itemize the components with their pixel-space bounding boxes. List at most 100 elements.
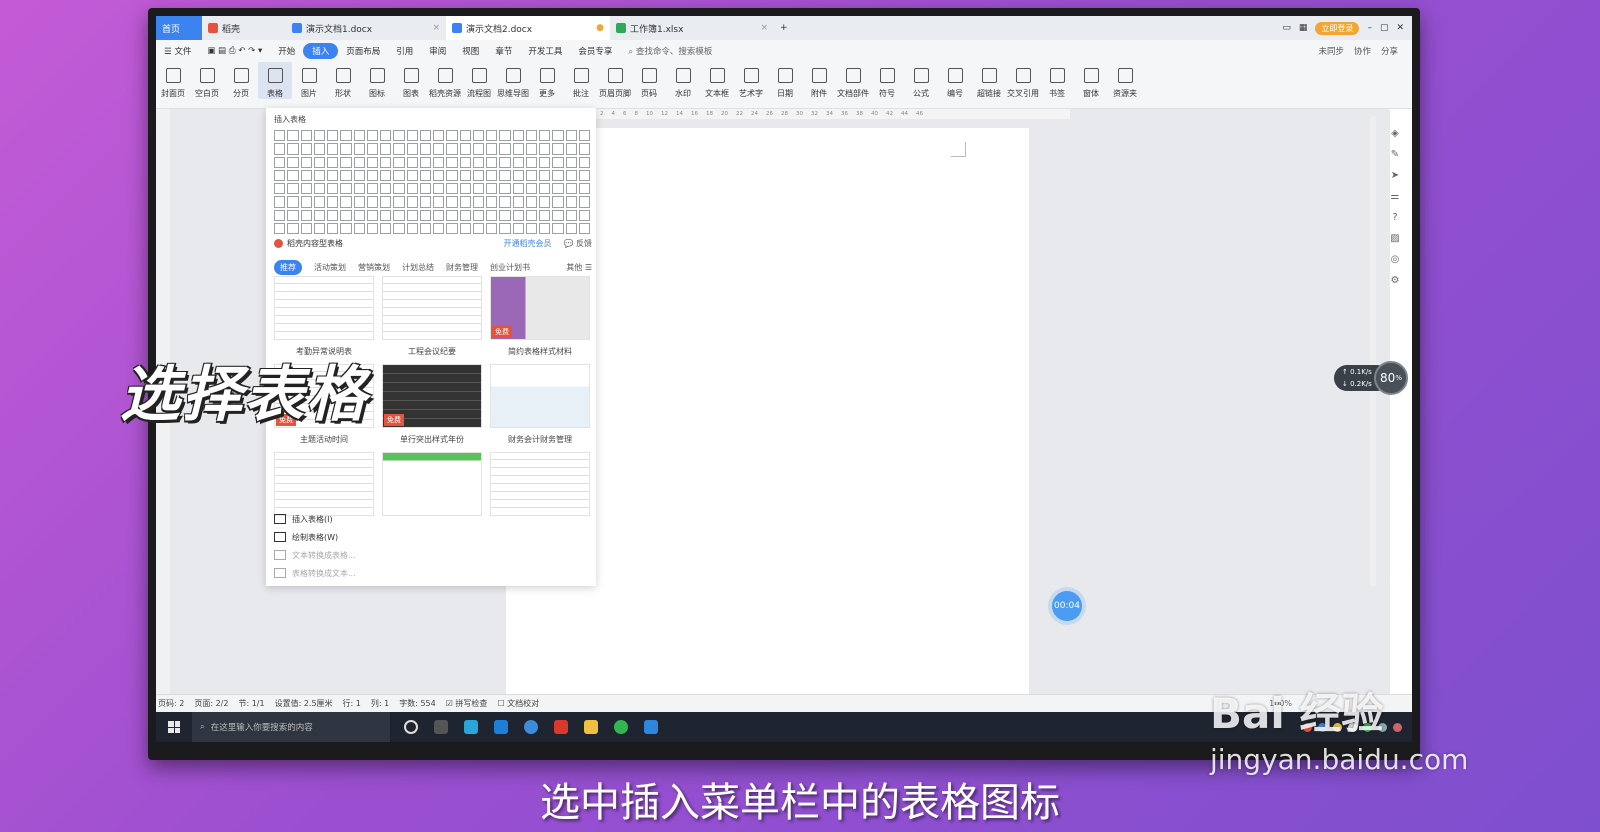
template-card[interactable]: 免费 单行突出样式年份 [382, 364, 482, 448]
grid-cell[interactable] [313, 130, 325, 142]
grid-cell[interactable] [525, 156, 537, 168]
close-window-icon[interactable]: ✕ [1396, 23, 1404, 33]
grid-cell[interactable] [313, 169, 325, 181]
draw-table-action[interactable]: 绘制表格(W) [266, 528, 596, 546]
menu-start[interactable]: 开始 [270, 45, 303, 57]
task-view-icon[interactable] [434, 720, 448, 734]
grid-cell[interactable] [287, 183, 299, 195]
grid-cell[interactable] [512, 169, 524, 181]
grid-cell[interactable] [406, 183, 418, 195]
grid-cell[interactable] [406, 222, 418, 234]
grid-cell[interactable] [565, 143, 577, 155]
ribbon-button[interactable]: 图表 [394, 62, 428, 99]
ribbon-button[interactable]: 日期 [768, 62, 802, 99]
ribbon-button[interactable]: 文档部件 [836, 62, 870, 99]
menu-dev-tools[interactable]: 开发工具 [520, 45, 570, 57]
grid-cell[interactable] [353, 222, 365, 234]
help-icon[interactable]: ? [1392, 212, 1397, 223]
grid-cell[interactable] [419, 130, 431, 142]
grid-cell[interactable] [300, 196, 312, 208]
grid-cell[interactable] [274, 222, 286, 234]
browser-icon[interactable] [464, 720, 478, 734]
grid-cell[interactable] [539, 222, 551, 234]
grid-cell[interactable] [472, 169, 484, 181]
vip-link[interactable]: 开通稻壳会员 [503, 238, 551, 249]
category-more[interactable]: 其他 ☰ [566, 262, 592, 273]
grid-cell[interactable] [393, 143, 405, 155]
windows-start-icon[interactable] [168, 721, 180, 733]
grid-cell[interactable] [486, 196, 498, 208]
template-card[interactable]: 工程会议纪要 [382, 276, 482, 360]
ribbon-button[interactable]: 编号 [938, 62, 972, 99]
grid-cell[interactable] [578, 143, 590, 155]
grid-cell[interactable] [512, 130, 524, 142]
ribbon-button[interactable]: 流程图 [462, 62, 496, 99]
maximize-icon[interactable]: ▢ [1380, 23, 1389, 33]
edge-icon[interactable] [494, 720, 508, 734]
ribbon-button[interactable]: 资源夹 [1108, 62, 1142, 99]
grid-cell[interactable] [353, 143, 365, 155]
ribbon-button[interactable]: 公式 [904, 62, 938, 99]
grid-cell[interactable] [353, 169, 365, 181]
grid-cell[interactable] [433, 169, 445, 181]
grid-cell[interactable] [419, 183, 431, 195]
grid-cell[interactable] [472, 183, 484, 195]
grid-cell[interactable] [499, 130, 511, 142]
grid-cell[interactable] [313, 209, 325, 221]
grid-cell[interactable] [552, 222, 564, 234]
grid-cell[interactable] [486, 169, 498, 181]
tab-home[interactable]: 首页 [156, 16, 202, 40]
grid-cell[interactable] [578, 169, 590, 181]
grid-cell[interactable] [499, 143, 511, 155]
new-tab-button[interactable]: + [774, 16, 794, 40]
grid-cell[interactable] [486, 130, 498, 142]
grid-cell[interactable] [406, 143, 418, 155]
grid-cell[interactable] [472, 143, 484, 155]
ribbon-button[interactable]: 书签 [1040, 62, 1074, 99]
grid-cell[interactable] [406, 130, 418, 142]
grid-cell[interactable] [393, 196, 405, 208]
quick-access-icons[interactable]: ▣ ▤ ⎙ ↶ ↷ ▾ [199, 46, 270, 56]
grid-cell[interactable] [380, 169, 392, 181]
grid-cell[interactable] [380, 130, 392, 142]
grid-cell[interactable] [459, 143, 471, 155]
grid-cell[interactable] [393, 183, 405, 195]
grid-cell[interactable] [446, 156, 458, 168]
grid-cell[interactable] [565, 130, 577, 142]
grid-cell[interactable] [353, 183, 365, 195]
grid-cell[interactable] [313, 183, 325, 195]
grid-cell[interactable] [380, 196, 392, 208]
grid-cell[interactable] [340, 143, 352, 155]
grid-cell[interactable] [446, 143, 458, 155]
grid-cell[interactable] [578, 222, 590, 234]
layout-icon[interactable]: ▭ [1282, 23, 1291, 33]
grid-cell[interactable] [327, 183, 339, 195]
image-icon[interactable]: ▨ [1390, 233, 1399, 244]
ribbon-button[interactable]: 分页 [224, 62, 258, 99]
grid-cell[interactable] [552, 130, 564, 142]
sync-button[interactable]: 未同步 [1318, 45, 1344, 57]
grid-cell[interactable] [539, 196, 551, 208]
tab-xlsx[interactable]: 工作簿1.xlsx × [610, 16, 774, 40]
grid-cell[interactable] [459, 222, 471, 234]
taskbar-search[interactable]: ⌕ 在这里输入你要搜索的内容 [192, 712, 390, 742]
grid-cell[interactable] [499, 183, 511, 195]
grid-cell[interactable] [525, 143, 537, 155]
grid-cell[interactable] [433, 130, 445, 142]
table-size-grid[interactable] [274, 130, 590, 234]
pen-icon[interactable]: ✎ [1391, 149, 1399, 160]
grid-cell[interactable] [406, 209, 418, 221]
menu-page-layout[interactable]: 页面布局 [338, 45, 388, 57]
grid-cell[interactable] [433, 222, 445, 234]
ribbon-button[interactable]: 图片 [292, 62, 326, 99]
grid-cell[interactable] [366, 130, 378, 142]
grid-cell[interactable] [274, 196, 286, 208]
grid-cell[interactable] [327, 222, 339, 234]
grid-cell[interactable] [300, 156, 312, 168]
grid-cell[interactable] [274, 169, 286, 181]
grid-cell[interactable] [327, 143, 339, 155]
feedback-button[interactable]: 💬 反馈 [563, 238, 592, 249]
menu-review[interactable]: 审阅 [421, 45, 454, 57]
ribbon-button[interactable]: 形状 [326, 62, 360, 99]
grid-cell[interactable] [578, 196, 590, 208]
